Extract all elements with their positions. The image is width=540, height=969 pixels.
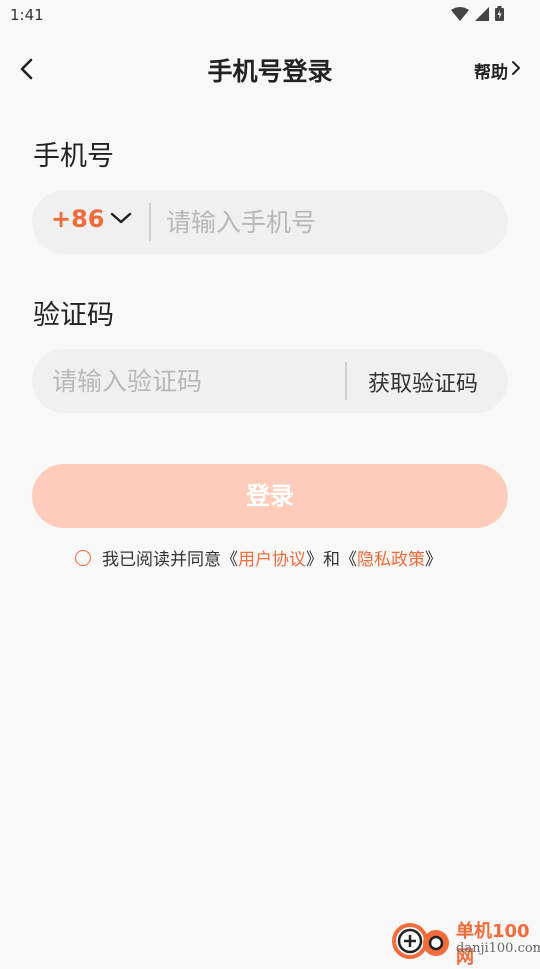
divider: [345, 362, 347, 400]
agreement-row: 我已阅读并同意《 用户协议 》和《 隐私政策 》: [75, 545, 442, 570]
wifi-icon: [451, 6, 469, 21]
code-input[interactable]: [52, 349, 332, 413]
login-button[interactable]: 登录: [32, 464, 508, 528]
country-code-select[interactable]: +86: [51, 205, 105, 233]
phone-label: 手机号: [33, 141, 114, 172]
code-field: 获取验证码: [32, 349, 508, 413]
agreement-suffix: 》: [425, 550, 442, 570]
code-label: 验证码: [33, 300, 114, 331]
chevron-right-icon: [510, 60, 522, 81]
divider: [149, 203, 151, 241]
watermark: 单机100网 danji100.com: [390, 915, 540, 968]
phone-field: +86: [32, 190, 508, 254]
get-code-button[interactable]: 获取验证码: [368, 366, 478, 398]
chevron-down-icon[interactable]: [110, 210, 132, 229]
user-agreement-link[interactable]: 用户协议: [238, 545, 306, 570]
watermark-logo-icon: [390, 917, 454, 963]
status-bar: 1:41: [0, 0, 540, 30]
signal-icon: [475, 6, 489, 21]
help-button[interactable]: 帮助: [474, 58, 522, 83]
battery-icon: [495, 6, 504, 21]
help-label: 帮助: [474, 63, 508, 83]
privacy-policy-link[interactable]: 隐私政策: [357, 545, 425, 570]
status-time: 1:41: [10, 6, 44, 24]
phone-input[interactable]: [166, 190, 486, 254]
watermark-url: danji100.com: [456, 941, 540, 956]
nav-header: 手机号登录 帮助: [0, 44, 540, 94]
circle-checkbox-icon[interactable]: [75, 549, 91, 566]
status-icons: [451, 6, 504, 21]
page-title: 手机号登录: [207, 57, 333, 86]
agreement-middle: 》和《: [306, 550, 357, 570]
agreement-prefix: 我已阅读并同意《: [102, 550, 238, 570]
